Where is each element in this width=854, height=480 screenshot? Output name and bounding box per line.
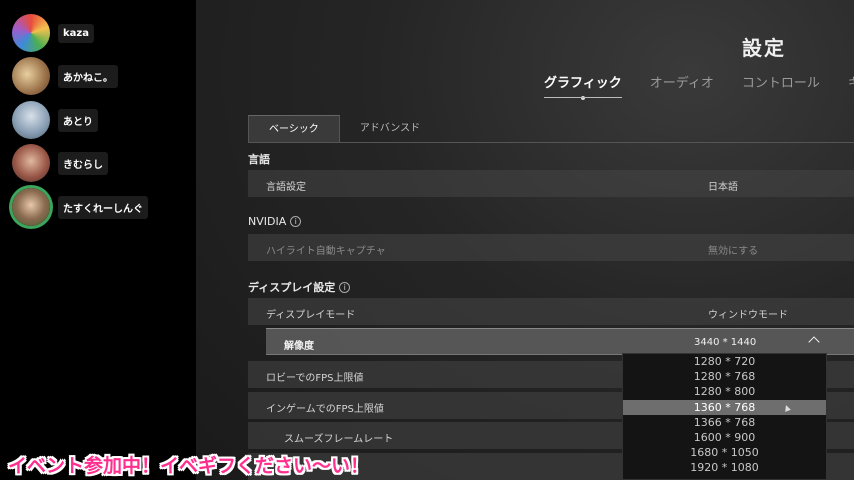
- chevron-up-icon[interactable]: [808, 336, 820, 348]
- row-label: インゲームでのFPS上限値: [266, 404, 384, 415]
- info-icon[interactable]: i: [339, 281, 351, 293]
- settings-sub-tabs: ベーシック アドバンスド: [248, 115, 440, 142]
- section-display: ディスプレイ設定 i: [248, 279, 351, 295]
- avatar: [12, 188, 50, 226]
- voice-user: きむらし: [12, 143, 108, 183]
- row-value[interactable]: ウィンドウモード: [708, 306, 788, 321]
- tab-graphics[interactable]: グラフィック: [544, 72, 622, 100]
- subtab-advanced[interactable]: アドバンスド: [340, 115, 440, 142]
- tab-audio[interactable]: オーディオ: [650, 72, 714, 91]
- row-highlight-capture[interactable]: ハイライト自動キャプチャ 無効にする: [248, 234, 854, 261]
- page-title: 設定: [742, 36, 786, 60]
- section-nvidia: NVIDIA i: [248, 215, 302, 228]
- settings-screen: 設定 グラフィック オーディオ コントロール キー ベーシック アドバンスド 言…: [196, 0, 854, 480]
- row-value[interactable]: 日本語: [708, 178, 738, 193]
- user-name: たすくれーしんぐ: [58, 195, 148, 219]
- row-label: 言語設定: [266, 182, 306, 193]
- row-label: ディスプレイモード: [266, 310, 356, 321]
- row-display-mode[interactable]: ディスプレイモード ウィンドウモード: [248, 298, 854, 325]
- section-title: NVIDIA: [248, 215, 287, 228]
- section-language: 言語: [248, 151, 270, 167]
- tab-controls[interactable]: コントロール: [742, 72, 820, 91]
- row-resolution[interactable]: 解像度 3440 * 1440: [266, 328, 854, 355]
- row-value[interactable]: 3440 * 1440: [694, 337, 756, 348]
- voice-overlay: kaza あかねこ。 あとり きむらし たすくれーしんぐ: [0, 0, 196, 480]
- row-language[interactable]: 言語設定 日本語: [248, 170, 854, 197]
- avatar: [12, 101, 50, 139]
- row-value[interactable]: 無効にする: [708, 242, 758, 257]
- resolution-option-selected[interactable]: 1360 * 768: [623, 399, 826, 415]
- voice-user: kaza: [12, 13, 94, 53]
- section-title: 言語: [248, 153, 270, 166]
- resolution-option[interactable]: 1680 * 1050: [623, 445, 826, 460]
- avatar: [12, 144, 50, 182]
- row-label: ロビーでのFPS上限値: [266, 373, 364, 384]
- event-banner: イベント参加中！イベギフください〜い！: [8, 455, 370, 477]
- user-name: kaza: [58, 23, 94, 43]
- voice-user: あとり: [12, 100, 98, 140]
- info-icon[interactable]: i: [290, 216, 302, 227]
- subtab-basic[interactable]: ベーシック: [248, 115, 340, 142]
- voice-user: たすくれーしんぐ: [12, 187, 148, 227]
- voice-user: あかねこ。: [12, 56, 118, 96]
- user-name: あとり: [58, 108, 98, 132]
- settings-top-tabs: グラフィック オーディオ コントロール キー: [544, 72, 854, 100]
- row-label: スムーズフレームレート: [284, 434, 394, 445]
- section-title: ディスプレイ設定: [248, 281, 336, 294]
- resolution-option[interactable]: 1920 * 1080: [623, 460, 826, 475]
- resolution-dropdown[interactable]: 1280 * 720 1280 * 768 1280 * 800 1360 * …: [622, 353, 827, 480]
- tab-divider: [248, 142, 854, 143]
- resolution-option[interactable]: 1280 * 768: [623, 369, 826, 384]
- row-label: 解像度: [284, 341, 314, 352]
- user-name: あかねこ。: [58, 64, 118, 88]
- avatar: [12, 57, 50, 95]
- row-label: ハイライト自動キャプチャ: [266, 246, 386, 257]
- resolution-option[interactable]: 1366 * 768: [623, 415, 826, 430]
- resolution-option[interactable]: 1280 * 720: [623, 354, 826, 369]
- user-name: きむらし: [58, 151, 108, 175]
- tab-keys[interactable]: キー: [848, 72, 854, 91]
- resolution-option[interactable]: 1280 * 800: [623, 384, 826, 399]
- resolution-option[interactable]: 1600 * 900: [623, 430, 826, 445]
- avatar: [12, 14, 50, 52]
